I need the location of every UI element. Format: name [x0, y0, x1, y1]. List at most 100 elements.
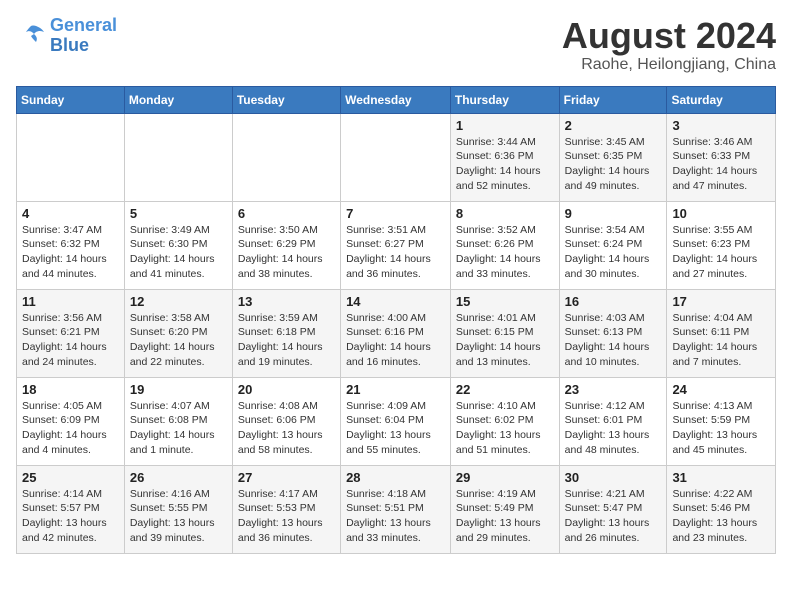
table-row: 1Sunrise: 3:44 AM Sunset: 6:36 PM Daylig… — [450, 113, 559, 201]
day-number: 20 — [238, 382, 335, 397]
logo-icon — [16, 22, 46, 50]
day-number: 10 — [672, 206, 770, 221]
table-row: 19Sunrise: 4:07 AM Sunset: 6:08 PM Dayli… — [124, 377, 232, 465]
table-row: 28Sunrise: 4:18 AM Sunset: 5:51 PM Dayli… — [341, 465, 451, 553]
day-number: 4 — [22, 206, 119, 221]
page-header: General Blue August 2024 Raohe, Heilongj… — [16, 16, 776, 74]
table-row: 22Sunrise: 4:10 AM Sunset: 6:02 PM Dayli… — [450, 377, 559, 465]
day-info: Sunrise: 4:22 AM Sunset: 5:46 PM Dayligh… — [672, 487, 770, 546]
calendar-table: Sunday Monday Tuesday Wednesday Thursday… — [16, 86, 776, 554]
table-row: 14 Sunrise: 4:00 AM Sunset: 6:16 PM Dayli… — [341, 289, 451, 377]
day-info: Sunrise: 3:45 AM Sunset: 6:35 PM Dayligh… — [565, 135, 662, 194]
day-info: Sunrise: 4:05 AM Sunset: 6:09 PM Dayligh… — [22, 399, 119, 458]
day-info: Sunrise: 3:54 AM Sunset: 6:24 PM Dayligh… — [565, 223, 662, 282]
day-number: 15 — [456, 294, 554, 309]
day-info: Sunrise: 3:56 AM Sunset: 6:21 PM Dayligh… — [22, 311, 119, 370]
day-info: Sunrise: 4:12 AM Sunset: 6:01 PM Dayligh… — [565, 399, 662, 458]
day-info: Sunrise: 4:10 AM Sunset: 6:02 PM Dayligh… — [456, 399, 554, 458]
day-number: 3 — [672, 118, 770, 133]
day-info: Sunrise: 3:50 AM Sunset: 6:29 PM Dayligh… — [238, 223, 335, 282]
day-info: Sunrise: 4:01 AM Sunset: 6:15 PM Dayligh… — [456, 311, 554, 370]
day-number: 6 — [238, 206, 335, 221]
calendar-week-1: 1Sunrise: 3:44 AM Sunset: 6:36 PM Daylig… — [17, 113, 776, 201]
day-number: 21 — [346, 382, 445, 397]
table-row: 27Sunrise: 4:17 AM Sunset: 5:53 PM Dayli… — [232, 465, 340, 553]
table-row: 25 Sunrise: 4:14 AM Sunset: 5:57 PM Dayli… — [17, 465, 125, 553]
day-info: Sunrise: 3:49 AM Sunset: 6:30 PM Dayligh… — [130, 223, 227, 282]
table-row: 18 Sunrise: 4:05 AM Sunset: 6:09 PM Dayli… — [17, 377, 125, 465]
table-row: 17Sunrise: 4:04 AM Sunset: 6:11 PM Dayli… — [667, 289, 776, 377]
table-row: 12 Sunrise: 3:58 AM Sunset: 6:20 PM Dayli… — [124, 289, 232, 377]
table-row: 31 Sunrise: 4:22 AM Sunset: 5:46 PM Dayli… — [667, 465, 776, 553]
day-number: 8 — [456, 206, 554, 221]
day-info: Sunrise: 4:14 AM Sunset: 5:57 PM Dayligh… — [22, 487, 119, 546]
calendar-week-5: 25 Sunrise: 4:14 AM Sunset: 5:57 PM Dayli… — [17, 465, 776, 553]
col-saturday: Saturday — [667, 86, 776, 113]
day-number: 25 — [22, 470, 119, 485]
day-number: 14 — [346, 294, 445, 309]
day-info: Sunrise: 4:19 AM Sunset: 5:49 PM Dayligh… — [456, 487, 554, 546]
day-number: 18 — [22, 382, 119, 397]
calendar-header-row: Sunday Monday Tuesday Wednesday Thursday… — [17, 86, 776, 113]
day-number: 13 — [238, 294, 335, 309]
table-row: 30Sunrise: 4:21 AM Sunset: 5:47 PM Dayli… — [559, 465, 667, 553]
day-number: 31 — [672, 470, 770, 485]
day-number: 27 — [238, 470, 335, 485]
day-number: 26 — [130, 470, 227, 485]
table-row: 9 Sunrise: 3:54 AM Sunset: 6:24 PM Daylig… — [559, 201, 667, 289]
day-number: 29 — [456, 470, 554, 485]
day-number: 28 — [346, 470, 445, 485]
day-number: 12 — [130, 294, 227, 309]
col-wednesday: Wednesday — [341, 86, 451, 113]
day-info: Sunrise: 4:07 AM Sunset: 6:08 PM Dayligh… — [130, 399, 227, 458]
day-number: 5 — [130, 206, 227, 221]
calendar-week-2: 4 Sunrise: 3:47 AM Sunset: 6:32 PM Daylig… — [17, 201, 776, 289]
table-row — [232, 113, 340, 201]
col-thursday: Thursday — [450, 86, 559, 113]
col-monday: Monday — [124, 86, 232, 113]
day-info: Sunrise: 3:47 AM Sunset: 6:32 PM Dayligh… — [22, 223, 119, 282]
table-row — [341, 113, 451, 201]
day-number: 24 — [672, 382, 770, 397]
day-info: Sunrise: 4:16 AM Sunset: 5:55 PM Dayligh… — [130, 487, 227, 546]
table-row — [124, 113, 232, 201]
table-row: 5 Sunrise: 3:49 AM Sunset: 6:30 PM Daylig… — [124, 201, 232, 289]
month-year-title: August 2024 — [562, 16, 776, 56]
day-number: 11 — [22, 294, 119, 309]
day-info: Sunrise: 3:46 AM Sunset: 6:33 PM Dayligh… — [672, 135, 770, 194]
table-row: 6 Sunrise: 3:50 AM Sunset: 6:29 PM Daylig… — [232, 201, 340, 289]
day-info: Sunrise: 3:44 AM Sunset: 6:36 PM Dayligh… — [456, 135, 554, 194]
table-row: 16Sunrise: 4:03 AM Sunset: 6:13 PM Dayli… — [559, 289, 667, 377]
table-row: 15 Sunrise: 4:01 AM Sunset: 6:15 PM Dayli… — [450, 289, 559, 377]
day-number: 16 — [565, 294, 662, 309]
day-info: Sunrise: 3:51 AM Sunset: 6:27 PM Dayligh… — [346, 223, 445, 282]
title-area: August 2024 Raohe, Heilongjiang, China — [562, 16, 776, 74]
calendar-week-4: 18 Sunrise: 4:05 AM Sunset: 6:09 PM Dayli… — [17, 377, 776, 465]
table-row: 29 Sunrise: 4:19 AM Sunset: 5:49 PM Dayli… — [450, 465, 559, 553]
table-row: 20 Sunrise: 4:08 AM Sunset: 6:06 PM Dayli… — [232, 377, 340, 465]
day-number: 7 — [346, 206, 445, 221]
table-row: 10 Sunrise: 3:55 AM Sunset: 6:23 PM Dayli… — [667, 201, 776, 289]
table-row: 7 Sunrise: 3:51 AM Sunset: 6:27 PM Daylig… — [341, 201, 451, 289]
logo-text: General Blue — [50, 16, 117, 56]
calendar-week-3: 11 Sunrise: 3:56 AM Sunset: 6:21 PM Dayli… — [17, 289, 776, 377]
day-info: Sunrise: 4:09 AM Sunset: 6:04 PM Dayligh… — [346, 399, 445, 458]
day-info: Sunrise: 4:08 AM Sunset: 6:06 PM Dayligh… — [238, 399, 335, 458]
location-subtitle: Raohe, Heilongjiang, China — [562, 56, 776, 74]
col-tuesday: Tuesday — [232, 86, 340, 113]
day-info: Sunrise: 4:21 AM Sunset: 5:47 PM Dayligh… — [565, 487, 662, 546]
table-row: 8 Sunrise: 3:52 AM Sunset: 6:26 PM Daylig… — [450, 201, 559, 289]
day-info: Sunrise: 3:55 AM Sunset: 6:23 PM Dayligh… — [672, 223, 770, 282]
table-row: 26 Sunrise: 4:16 AM Sunset: 5:55 PM Dayli… — [124, 465, 232, 553]
table-row: 21 Sunrise: 4:09 AM Sunset: 6:04 PM Dayli… — [341, 377, 451, 465]
table-row — [17, 113, 125, 201]
day-info: Sunrise: 3:52 AM Sunset: 6:26 PM Dayligh… — [456, 223, 554, 282]
col-friday: Friday — [559, 86, 667, 113]
table-row: 23Sunrise: 4:12 AM Sunset: 6:01 PM Dayli… — [559, 377, 667, 465]
table-row: 4 Sunrise: 3:47 AM Sunset: 6:32 PM Daylig… — [17, 201, 125, 289]
day-number: 9 — [565, 206, 662, 221]
day-info: Sunrise: 3:58 AM Sunset: 6:20 PM Dayligh… — [130, 311, 227, 370]
table-row: 13 Sunrise: 3:59 AM Sunset: 6:18 PM Dayli… — [232, 289, 340, 377]
day-info: Sunrise: 4:00 AM Sunset: 6:16 PM Dayligh… — [346, 311, 445, 370]
day-info: Sunrise: 3:59 AM Sunset: 6:18 PM Dayligh… — [238, 311, 335, 370]
